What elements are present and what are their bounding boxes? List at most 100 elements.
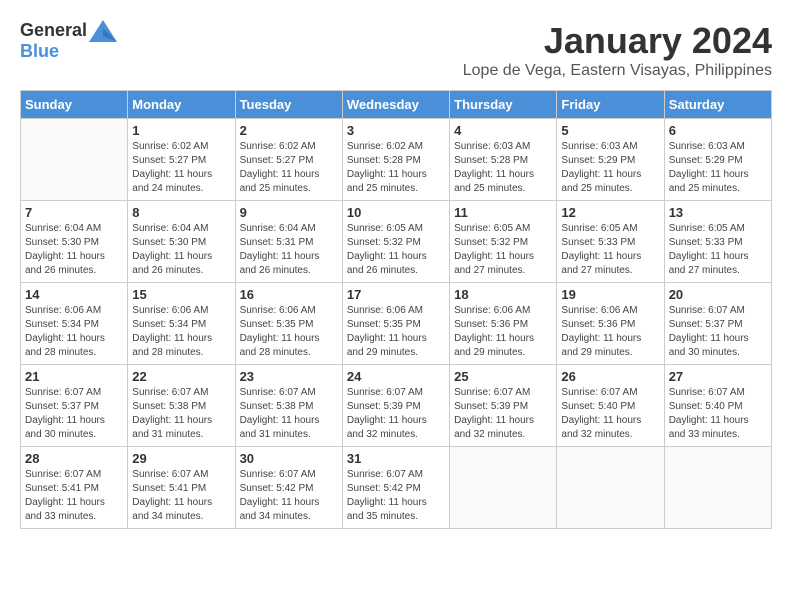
day-info: Sunrise: 6:07 AMSunset: 5:38 PMDaylight:… [132, 386, 230, 442]
day-info: Sunrise: 6:07 AMSunset: 5:40 PMDaylight:… [669, 386, 767, 442]
day-info: Sunrise: 6:06 AMSunset: 5:36 PMDaylight:… [561, 304, 659, 360]
day-number: 14 [25, 287, 123, 302]
calendar-cell: 25 Sunrise: 6:07 AMSunset: 5:39 PMDaylig… [450, 365, 557, 447]
calendar-week-row: 7 Sunrise: 6:04 AMSunset: 5:30 PMDayligh… [21, 201, 772, 283]
calendar-week-row: 28 Sunrise: 6:07 AMSunset: 5:41 PMDaylig… [21, 447, 772, 529]
day-info: Sunrise: 6:07 AMSunset: 5:40 PMDaylight:… [561, 386, 659, 442]
day-number: 6 [669, 123, 767, 138]
day-header-friday: Friday [557, 91, 664, 119]
day-info: Sunrise: 6:07 AMSunset: 5:39 PMDaylight:… [454, 386, 552, 442]
calendar-cell: 6 Sunrise: 6:03 AMSunset: 5:29 PMDayligh… [664, 119, 771, 201]
day-info: Sunrise: 6:06 AMSunset: 5:34 PMDaylight:… [132, 304, 230, 360]
day-info: Sunrise: 6:02 AMSunset: 5:28 PMDaylight:… [347, 140, 445, 196]
day-info: Sunrise: 6:07 AMSunset: 5:39 PMDaylight:… [347, 386, 445, 442]
day-info: Sunrise: 6:03 AMSunset: 5:29 PMDaylight:… [561, 140, 659, 196]
day-number: 8 [132, 205, 230, 220]
day-number: 28 [25, 451, 123, 466]
day-number: 27 [669, 369, 767, 384]
day-number: 30 [240, 451, 338, 466]
month-title: January 2024 [463, 20, 772, 62]
day-number: 19 [561, 287, 659, 302]
day-info: Sunrise: 6:06 AMSunset: 5:35 PMDaylight:… [240, 304, 338, 360]
calendar-cell: 18 Sunrise: 6:06 AMSunset: 5:36 PMDaylig… [450, 283, 557, 365]
calendar-week-row: 14 Sunrise: 6:06 AMSunset: 5:34 PMDaylig… [21, 283, 772, 365]
day-number: 26 [561, 369, 659, 384]
day-info: Sunrise: 6:02 AMSunset: 5:27 PMDaylight:… [240, 140, 338, 196]
calendar-cell: 12 Sunrise: 6:05 AMSunset: 5:33 PMDaylig… [557, 201, 664, 283]
day-number: 20 [669, 287, 767, 302]
day-info: Sunrise: 6:07 AMSunset: 5:42 PMDaylight:… [347, 468, 445, 524]
day-header-thursday: Thursday [450, 91, 557, 119]
day-header-saturday: Saturday [664, 91, 771, 119]
logo-icon [89, 20, 117, 42]
calendar-cell: 26 Sunrise: 6:07 AMSunset: 5:40 PMDaylig… [557, 365, 664, 447]
day-info: Sunrise: 6:03 AMSunset: 5:28 PMDaylight:… [454, 140, 552, 196]
day-info: Sunrise: 6:05 AMSunset: 5:33 PMDaylight:… [669, 222, 767, 278]
calendar-cell: 23 Sunrise: 6:07 AMSunset: 5:38 PMDaylig… [235, 365, 342, 447]
day-info: Sunrise: 6:04 AMSunset: 5:31 PMDaylight:… [240, 222, 338, 278]
day-number: 21 [25, 369, 123, 384]
day-number: 3 [347, 123, 445, 138]
calendar-cell: 5 Sunrise: 6:03 AMSunset: 5:29 PMDayligh… [557, 119, 664, 201]
logo-blue-text: Blue [20, 42, 117, 62]
calendar-week-row: 21 Sunrise: 6:07 AMSunset: 5:37 PMDaylig… [21, 365, 772, 447]
day-info: Sunrise: 6:04 AMSunset: 5:30 PMDaylight:… [132, 222, 230, 278]
calendar-cell [21, 119, 128, 201]
day-number: 25 [454, 369, 552, 384]
day-number: 31 [347, 451, 445, 466]
day-info: Sunrise: 6:07 AMSunset: 5:41 PMDaylight:… [132, 468, 230, 524]
calendar-table: SundayMondayTuesdayWednesdayThursdayFrid… [20, 90, 772, 529]
day-info: Sunrise: 6:05 AMSunset: 5:32 PMDaylight:… [347, 222, 445, 278]
calendar-cell [450, 447, 557, 529]
logo-text: General [20, 21, 87, 41]
day-info: Sunrise: 6:07 AMSunset: 5:42 PMDaylight:… [240, 468, 338, 524]
day-number: 13 [669, 205, 767, 220]
day-info: Sunrise: 6:06 AMSunset: 5:36 PMDaylight:… [454, 304, 552, 360]
day-info: Sunrise: 6:06 AMSunset: 5:34 PMDaylight:… [25, 304, 123, 360]
day-number: 2 [240, 123, 338, 138]
day-number: 23 [240, 369, 338, 384]
day-info: Sunrise: 6:07 AMSunset: 5:41 PMDaylight:… [25, 468, 123, 524]
day-header-sunday: Sunday [21, 91, 128, 119]
day-number: 1 [132, 123, 230, 138]
calendar-cell: 1 Sunrise: 6:02 AMSunset: 5:27 PMDayligh… [128, 119, 235, 201]
calendar-cell: 2 Sunrise: 6:02 AMSunset: 5:27 PMDayligh… [235, 119, 342, 201]
day-info: Sunrise: 6:07 AMSunset: 5:38 PMDaylight:… [240, 386, 338, 442]
page-header: General Blue January 2024 Lope de Vega, … [20, 20, 772, 80]
calendar-cell: 24 Sunrise: 6:07 AMSunset: 5:39 PMDaylig… [342, 365, 449, 447]
calendar-cell: 27 Sunrise: 6:07 AMSunset: 5:40 PMDaylig… [664, 365, 771, 447]
day-info: Sunrise: 6:07 AMSunset: 5:37 PMDaylight:… [669, 304, 767, 360]
day-number: 22 [132, 369, 230, 384]
calendar-cell: 3 Sunrise: 6:02 AMSunset: 5:28 PMDayligh… [342, 119, 449, 201]
calendar-week-row: 1 Sunrise: 6:02 AMSunset: 5:27 PMDayligh… [21, 119, 772, 201]
day-info: Sunrise: 6:03 AMSunset: 5:29 PMDaylight:… [669, 140, 767, 196]
calendar-cell [557, 447, 664, 529]
day-number: 18 [454, 287, 552, 302]
calendar-cell: 17 Sunrise: 6:06 AMSunset: 5:35 PMDaylig… [342, 283, 449, 365]
calendar-cell: 31 Sunrise: 6:07 AMSunset: 5:42 PMDaylig… [342, 447, 449, 529]
title-block: January 2024 Lope de Vega, Eastern Visay… [463, 20, 772, 80]
day-header-tuesday: Tuesday [235, 91, 342, 119]
calendar-cell: 13 Sunrise: 6:05 AMSunset: 5:33 PMDaylig… [664, 201, 771, 283]
calendar-cell: 9 Sunrise: 6:04 AMSunset: 5:31 PMDayligh… [235, 201, 342, 283]
calendar-cell: 10 Sunrise: 6:05 AMSunset: 5:32 PMDaylig… [342, 201, 449, 283]
day-number: 15 [132, 287, 230, 302]
calendar-cell: 15 Sunrise: 6:06 AMSunset: 5:34 PMDaylig… [128, 283, 235, 365]
day-info: Sunrise: 6:05 AMSunset: 5:33 PMDaylight:… [561, 222, 659, 278]
location: Lope de Vega, Eastern Visayas, Philippin… [463, 62, 772, 80]
day-number: 5 [561, 123, 659, 138]
calendar-header-row: SundayMondayTuesdayWednesdayThursdayFrid… [21, 91, 772, 119]
day-number: 11 [454, 205, 552, 220]
day-number: 9 [240, 205, 338, 220]
calendar-cell: 7 Sunrise: 6:04 AMSunset: 5:30 PMDayligh… [21, 201, 128, 283]
calendar-cell: 29 Sunrise: 6:07 AMSunset: 5:41 PMDaylig… [128, 447, 235, 529]
day-info: Sunrise: 6:06 AMSunset: 5:35 PMDaylight:… [347, 304, 445, 360]
logo: General Blue [20, 20, 117, 62]
day-info: Sunrise: 6:04 AMSunset: 5:30 PMDaylight:… [25, 222, 123, 278]
calendar-cell: 21 Sunrise: 6:07 AMSunset: 5:37 PMDaylig… [21, 365, 128, 447]
day-number: 24 [347, 369, 445, 384]
day-info: Sunrise: 6:02 AMSunset: 5:27 PMDaylight:… [132, 140, 230, 196]
day-number: 17 [347, 287, 445, 302]
day-number: 4 [454, 123, 552, 138]
day-number: 12 [561, 205, 659, 220]
